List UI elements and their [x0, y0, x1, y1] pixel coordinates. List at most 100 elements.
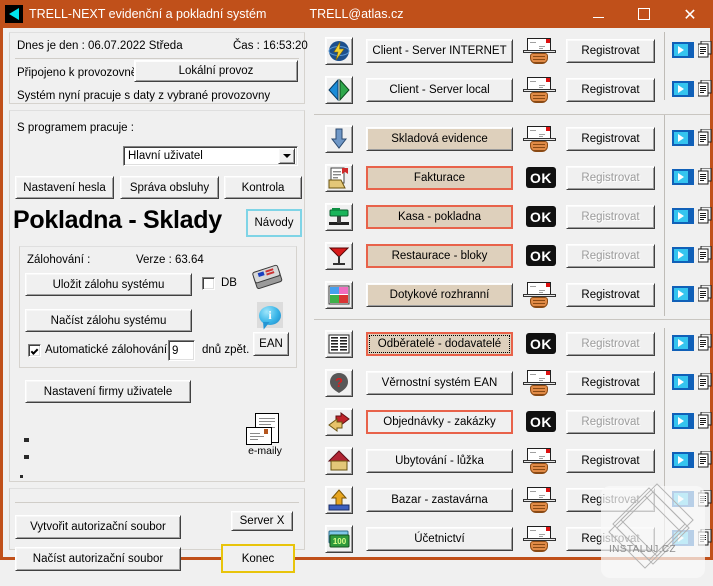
document-copy-icon[interactable] — [697, 372, 712, 390]
envelope-in-hand-icon[interactable] — [523, 125, 557, 153]
globe-bolt-icon[interactable] — [325, 37, 353, 65]
chevron-down-icon[interactable] — [278, 148, 295, 164]
module-button[interactable]: Restaurace - bloky — [366, 244, 513, 268]
video-play-icon[interactable] — [672, 81, 694, 97]
create-auth-file-button[interactable]: Vytvořit autorizační soubor — [15, 515, 181, 539]
register-button[interactable]: Registrovat — [566, 371, 655, 395]
video-play-icon[interactable] — [672, 374, 694, 390]
module-row: Objednávky - zakázky OK Registrovat — [314, 403, 712, 442]
video-play-icon[interactable] — [672, 491, 694, 507]
cash-register-icon[interactable] — [325, 203, 353, 231]
video-play-icon[interactable] — [672, 208, 694, 224]
module-button[interactable]: Fakturace — [366, 166, 513, 190]
module-button[interactable]: Bazar - zastavárna — [366, 488, 513, 512]
question-mark-icon[interactable]: ? — [325, 369, 353, 397]
db-checkbox[interactable] — [202, 277, 215, 290]
invoice-icon[interactable] — [325, 164, 353, 192]
window-body: Dnes je den : 06.07.2022 Středa Čas : 16… — [3, 28, 712, 578]
bullet-3 — [20, 475, 23, 478]
video-play-icon[interactable] — [672, 413, 694, 429]
status-badge-ok: OK — [526, 167, 556, 188]
module-button[interactable]: Kasa - pokladna — [366, 205, 513, 229]
envelope-in-hand-icon[interactable] — [523, 447, 557, 475]
envelope-in-hand-icon[interactable] — [523, 76, 557, 104]
module-button[interactable]: Client - Server local — [366, 78, 513, 102]
emails-icon[interactable]: e-maily — [243, 413, 287, 459]
user-select[interactable]: Hlavní uživatel — [123, 146, 298, 166]
video-play-icon[interactable] — [672, 130, 694, 146]
auto-backup-checkbox[interactable] — [28, 344, 41, 357]
video-play-icon[interactable] — [672, 335, 694, 351]
video-play-icon[interactable] — [672, 286, 694, 302]
left-right-arrows-icon[interactable] — [325, 76, 353, 104]
document-copy-icon[interactable] — [697, 40, 712, 58]
today-date-label: Dnes je den : 06.07.2022 Středa — [17, 40, 183, 52]
video-play-icon[interactable] — [672, 42, 694, 58]
video-play-icon[interactable] — [672, 452, 694, 468]
register-button[interactable]: Registrovat — [566, 283, 655, 307]
video-play-icon[interactable] — [672, 530, 694, 546]
envelope-in-hand-icon[interactable] — [523, 369, 557, 397]
module-button[interactable]: Dotykové rozhranní — [366, 283, 513, 307]
minimize-button[interactable] — [575, 0, 621, 28]
register-button[interactable]: Registrovat — [566, 78, 655, 102]
close-button[interactable]: ✕ — [667, 0, 713, 28]
module-button[interactable]: Ubytování - lůžka — [366, 449, 513, 473]
control-button[interactable]: Kontrola — [224, 176, 302, 199]
save-backup-button[interactable]: Uložit zálohu systému — [25, 273, 192, 296]
module-button[interactable]: Odběratelé - dodavatelé — [366, 332, 513, 356]
app-logo-icon — [5, 5, 23, 23]
document-copy-icon[interactable] — [697, 411, 712, 429]
company-settings-button[interactable]: Nastavení firmy uživatele — [25, 380, 191, 403]
manuals-button[interactable]: Návody — [246, 209, 302, 237]
money-100-icon[interactable]: 100 — [325, 525, 353, 553]
envelope-in-hand-icon[interactable] — [523, 486, 557, 514]
up-arrow-box-icon[interactable] — [325, 486, 353, 514]
load-auth-file-button[interactable]: Načíst autorizační soubor — [15, 547, 181, 571]
module-row: Restaurace - bloky OK Registrovat — [314, 237, 712, 276]
info-bubble-icon: i — [257, 302, 283, 328]
document-copy-icon[interactable] — [697, 528, 712, 546]
quit-button[interactable]: Konec — [221, 544, 295, 573]
register-button[interactable]: Registrovat — [566, 449, 655, 473]
branch-button[interactable]: Lokální provoz — [134, 60, 298, 82]
document-copy-icon[interactable] — [697, 128, 712, 146]
list-lines-icon[interactable] — [325, 330, 353, 358]
video-play-icon[interactable] — [672, 247, 694, 263]
envelope-in-hand-icon[interactable] — [523, 37, 557, 65]
document-copy-icon[interactable] — [697, 79, 712, 97]
document-copy-icon[interactable] — [697, 245, 712, 263]
auto-backup-days-input[interactable]: 9 — [168, 340, 195, 361]
down-arrow-icon[interactable] — [325, 125, 353, 153]
arrows-exchange-icon[interactable] — [325, 408, 353, 436]
register-button[interactable]: Registrovat — [566, 527, 655, 551]
color-tiles-icon[interactable] — [325, 281, 353, 309]
video-play-icon[interactable] — [672, 169, 694, 185]
password-settings-button[interactable]: Nastavení hesla — [15, 176, 114, 199]
module-button[interactable]: Skladová evidence — [366, 127, 513, 151]
document-copy-icon[interactable] — [697, 284, 712, 302]
maximize-button[interactable] — [621, 0, 667, 28]
register-button[interactable]: Registrovat — [566, 488, 655, 512]
document-copy-icon[interactable] — [697, 489, 712, 507]
module-button[interactable]: Věrnostní systém EAN — [366, 371, 513, 395]
server-button[interactable]: Server X — [231, 511, 293, 531]
document-copy-icon[interactable] — [697, 206, 712, 224]
document-copy-icon[interactable] — [697, 333, 712, 351]
envelope-in-hand-icon[interactable] — [523, 281, 557, 309]
ean-button[interactable]: EAN — [253, 332, 289, 356]
load-backup-button[interactable]: Načíst zálohu systému — [25, 309, 192, 332]
module-button[interactable]: Účetnictví — [366, 527, 513, 551]
house-icon[interactable] — [325, 447, 353, 475]
register-button[interactable]: Registrovat — [566, 39, 655, 63]
module-button[interactable]: Objednávky - zakázky — [366, 410, 513, 434]
module-button[interactable]: Client - Server INTERNET — [366, 39, 513, 63]
document-copy-icon[interactable] — [697, 167, 712, 185]
document-copy-icon[interactable] — [697, 450, 712, 468]
envelope-in-hand-icon[interactable] — [523, 525, 557, 553]
cocktail-glass-icon[interactable] — [325, 242, 353, 270]
emails-icon-label: e-maily — [248, 445, 282, 457]
staff-management-button[interactable]: Správa obsluhy — [120, 176, 219, 199]
register-button[interactable]: Registrovat — [566, 127, 655, 151]
status-badge-ok: OK — [526, 333, 556, 354]
